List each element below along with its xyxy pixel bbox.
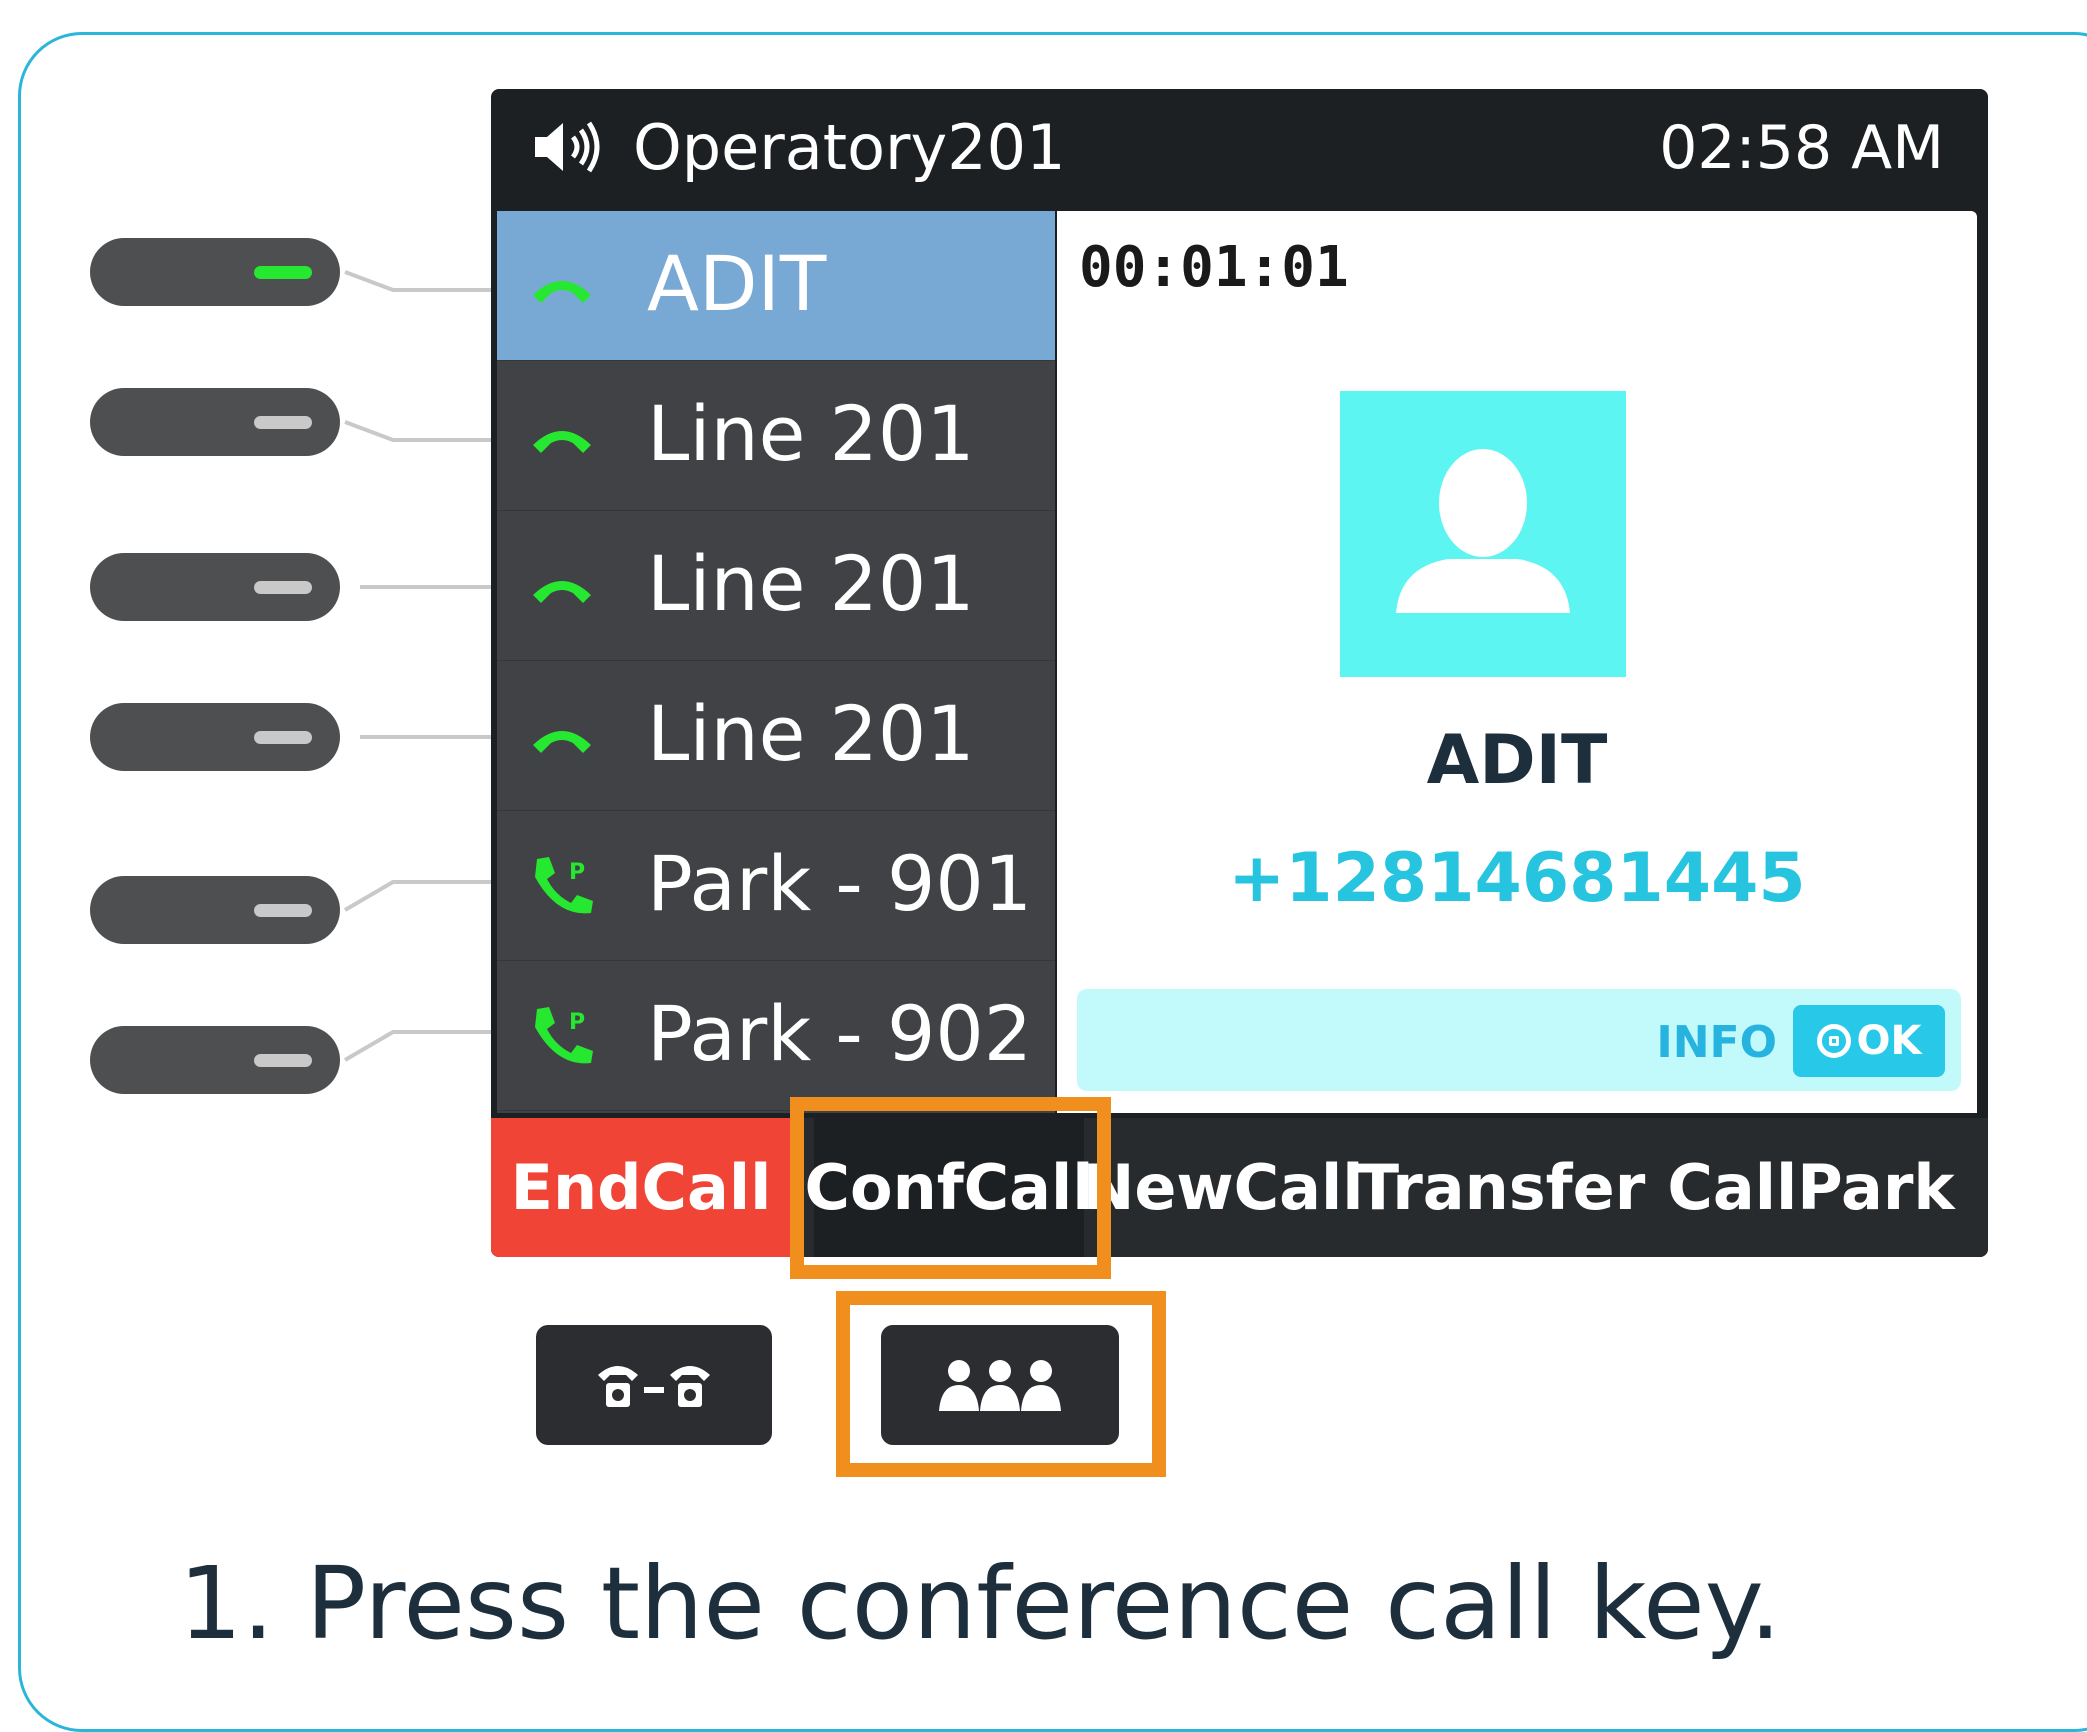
transfer-key-icon [598, 1366, 710, 1407]
endcall-softkey[interactable]: EndCall [491, 1118, 791, 1257]
line-item-park-901[interactable]: P Park - 901 [497, 811, 1055, 961]
avatar [1340, 391, 1626, 677]
line-key-4[interactable] [90, 703, 340, 771]
newcall-softkey[interactable]: NewCall [1082, 1118, 1363, 1257]
account-name: Operatory201 [633, 111, 1066, 184]
line-item-line201[interactable]: Line 201 [497, 361, 1055, 511]
handset-icon [533, 431, 591, 453]
line-key-1[interactable] [90, 238, 340, 306]
line-key-led [254, 731, 312, 744]
handset-icon [533, 581, 591, 603]
clock: 02:58 AM [1659, 113, 1944, 183]
info-bar: INFO OK [1077, 989, 1961, 1091]
line-item-label: Line 201 [647, 539, 975, 628]
line-item-line201[interactable]: Line 201 [497, 661, 1055, 811]
handset-icon [533, 731, 591, 753]
line-key-6[interactable] [90, 1026, 340, 1094]
line-item-label: ADIT [647, 239, 827, 328]
line-item-label: Line 201 [647, 689, 975, 778]
call-detail-panel: 00:01:01 ADIT +12814681445 INFO OK [1057, 211, 1977, 1113]
transfer-hard-key[interactable] [536, 1325, 772, 1445]
line-key-3[interactable] [90, 553, 340, 621]
info-label: INFO [1656, 1017, 1777, 1068]
line-key-led [254, 1054, 312, 1067]
line-key-led [254, 904, 312, 917]
status-bar: Operatory201 02:58 AM [491, 89, 1988, 205]
contact-number: +12814681445 [1228, 839, 1806, 918]
instruction-caption: 1. Press the conference call key. [178, 1545, 1782, 1662]
line-item-adit[interactable]: ADIT [497, 211, 1055, 361]
svg-text:P: P [569, 1010, 585, 1035]
park-phone-icon: P [535, 1007, 593, 1064]
speaker-volume-icon [535, 121, 600, 173]
contact-avatar-icon [1396, 449, 1570, 613]
ok-key-icon [1816, 1024, 1851, 1058]
svg-text:P: P [569, 860, 585, 885]
ok-button[interactable]: OK [1793, 1005, 1945, 1077]
park-phone-icon: P [535, 857, 593, 914]
line-key-led [254, 416, 312, 429]
line-item-park-902[interactable]: P Park - 902 [497, 961, 1055, 1111]
handset-icon [533, 281, 591, 303]
softkey-bar: EndCall ConfCall NewCall Transfer CallPa… [491, 1118, 1988, 1257]
callpark-softkey[interactable]: CallPark [1651, 1118, 1971, 1257]
confcall-highlight [790, 1097, 1111, 1279]
phone-screen: Operatory201 02:58 AM ADIT Line 201 Line… [491, 89, 1988, 1257]
line-item-label: Park - 901 [647, 839, 1033, 928]
line-key-led [254, 266, 312, 279]
conference-hard-key[interactable] [881, 1325, 1119, 1445]
conference-key-icon [939, 1360, 1061, 1411]
line-item-label: Park - 902 [647, 989, 1033, 1078]
transfer-softkey[interactable]: Transfer [1357, 1118, 1646, 1257]
call-timer: 00:01:01 [1079, 235, 1349, 300]
ok-label: OK [1856, 1018, 1922, 1064]
contact-name: ADIT [1426, 721, 1608, 800]
line-item-line201[interactable]: Line 201 [497, 511, 1055, 661]
line-key-5[interactable] [90, 876, 340, 944]
line-list: ADIT Line 201 Line 201 Line 201 P Park -… [497, 211, 1055, 1113]
line-item-label: Line 201 [647, 389, 975, 478]
line-key-led [254, 581, 312, 594]
line-key-2[interactable] [90, 388, 340, 456]
